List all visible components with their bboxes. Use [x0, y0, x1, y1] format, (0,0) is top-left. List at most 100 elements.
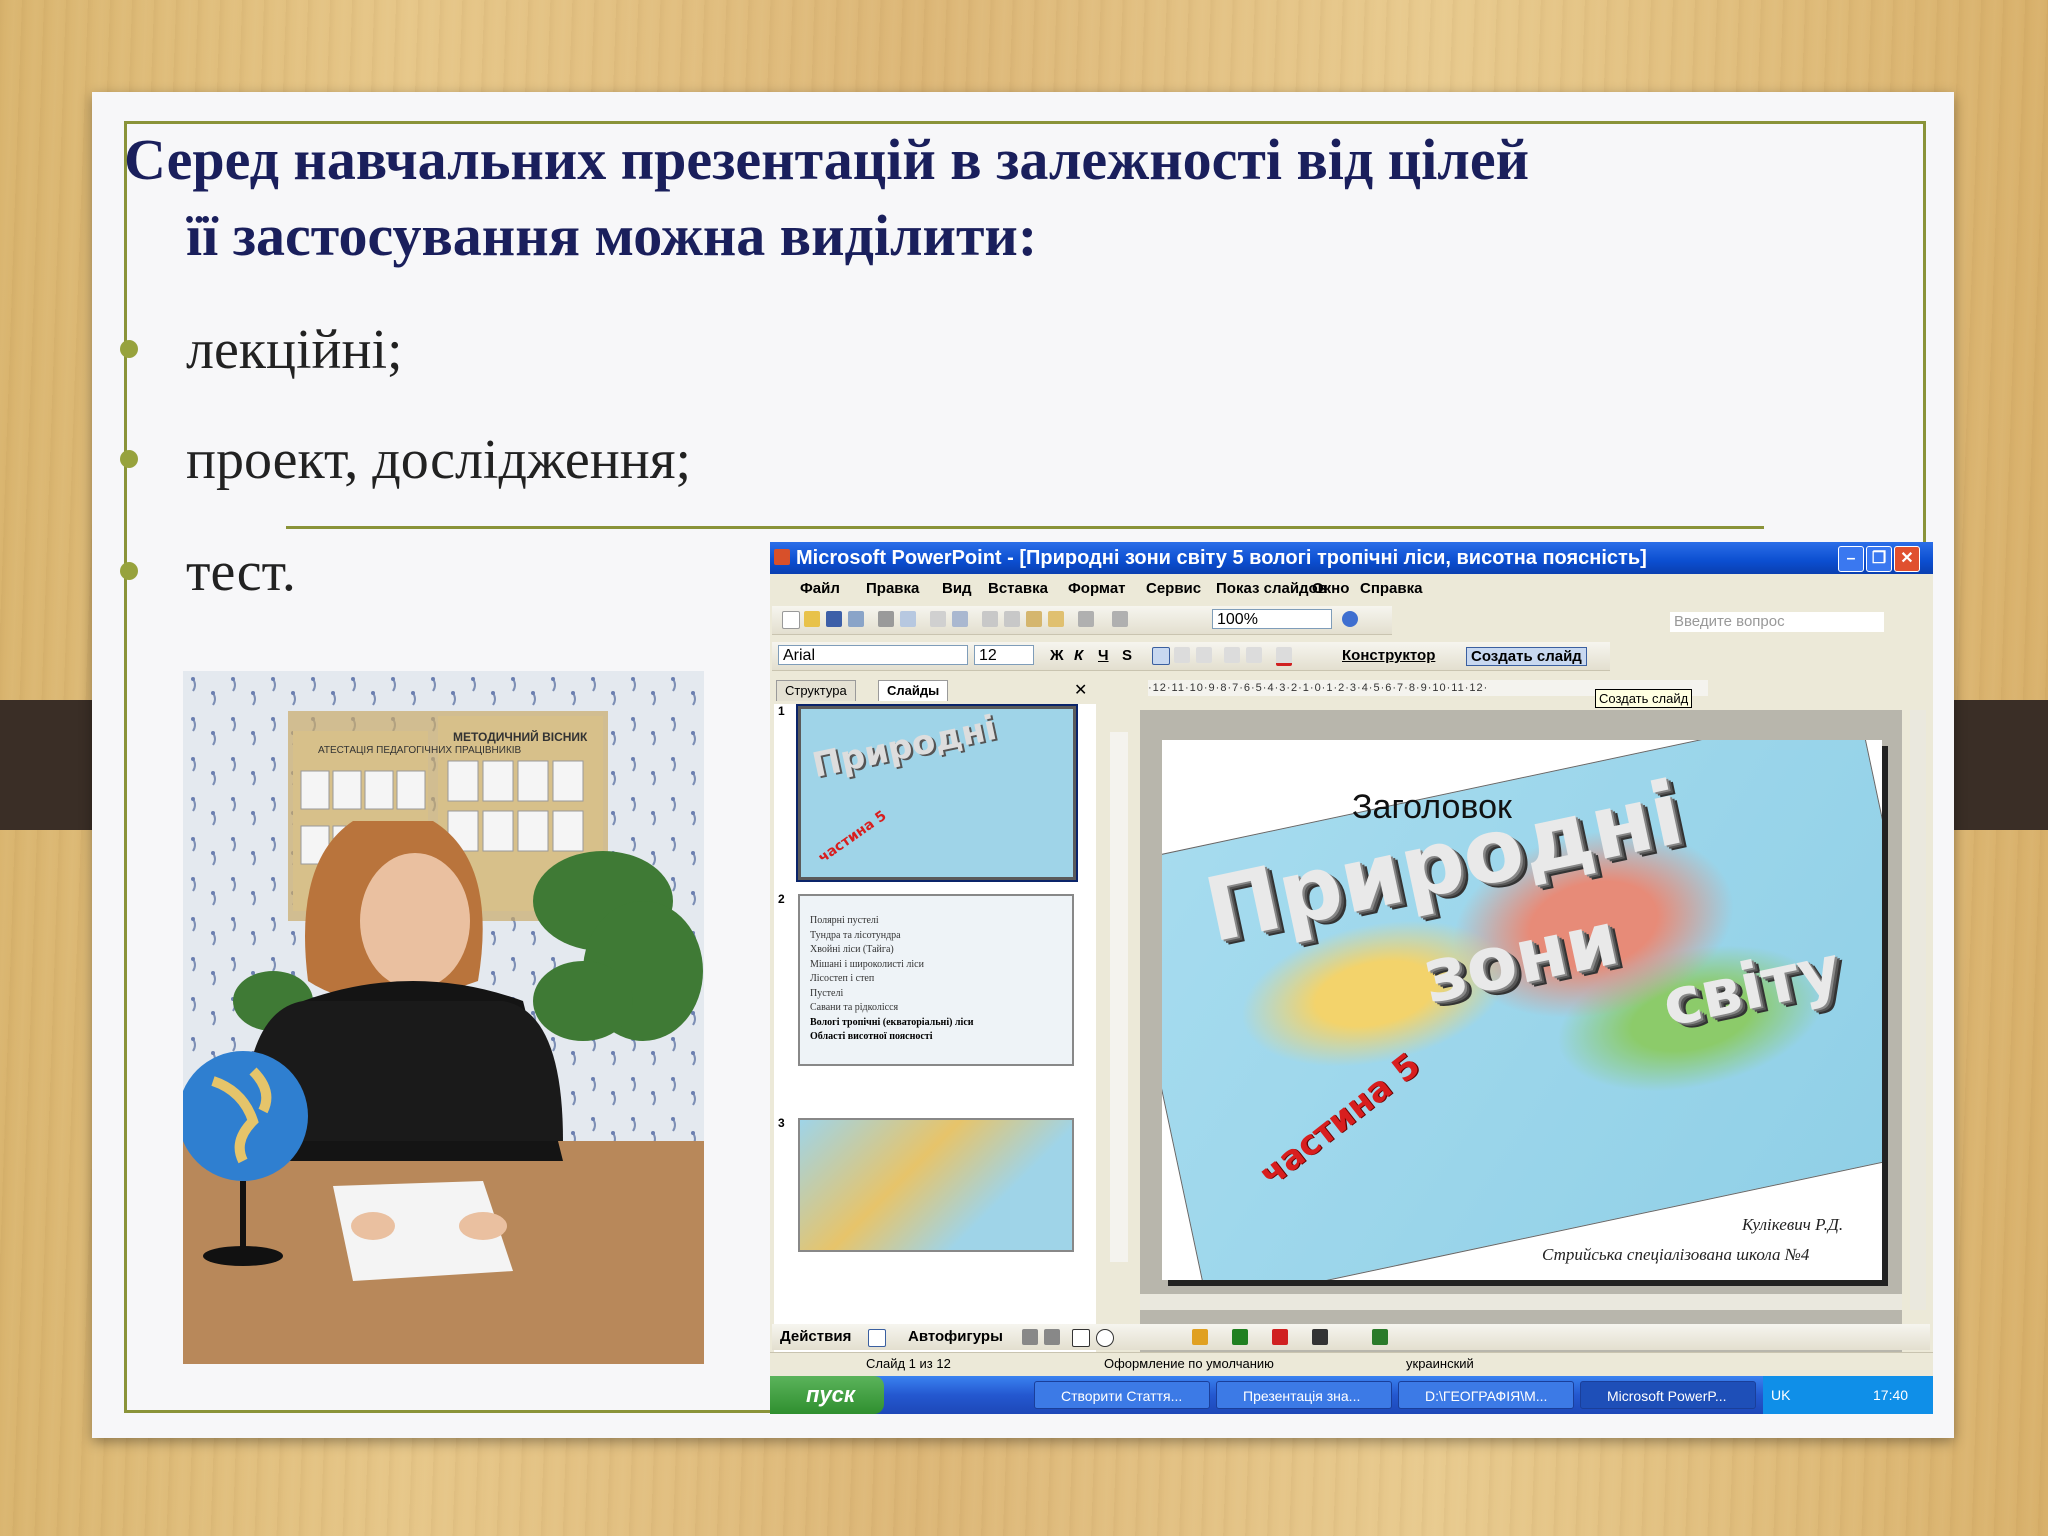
- taskbar-item[interactable]: Microsoft PowerP...: [1580, 1381, 1756, 1409]
- oval-icon[interactable]: [1096, 1329, 1114, 1347]
- window-titlebar: Microsoft PowerPoint - [Природні зони св…: [770, 542, 1933, 574]
- tray-clock: 17:40: [1873, 1387, 1909, 1403]
- status-slide-of: Слайд 1 из 12: [866, 1356, 951, 1371]
- menu-format[interactable]: Формат: [1068, 580, 1126, 597]
- close-icon[interactable]: ✕: [1894, 546, 1920, 572]
- designer-button[interactable]: Конструктор: [1342, 647, 1435, 664]
- numbering-icon[interactable]: [1224, 647, 1240, 663]
- copy-icon[interactable]: [1004, 611, 1020, 627]
- menu-file[interactable]: Файл: [800, 580, 840, 597]
- open-icon[interactable]: [804, 611, 820, 627]
- bullet-dot-icon: [120, 340, 138, 358]
- zone-item: Лісостеп і степ: [810, 973, 875, 984]
- line-icon[interactable]: [1022, 1329, 1038, 1345]
- menu-tools[interactable]: Сервис: [1146, 580, 1201, 597]
- new-icon[interactable]: [782, 611, 800, 629]
- taskbar: пуск Створити Стаття... Презентація зна.…: [770, 1376, 1933, 1414]
- status-bar: Слайд 1 из 12 Оформление по умолчанию ук…: [770, 1352, 1933, 1375]
- spelling-icon[interactable]: [930, 611, 946, 627]
- ask-question-input[interactable]: Введите вопрос: [1670, 612, 1884, 632]
- vertical-ruler: [1110, 732, 1128, 1262]
- standard-toolbar: 100%: [772, 606, 1392, 635]
- poster-label: МЕТОДИЧНИЙ ВІСНИК: [453, 729, 588, 744]
- bullet-text: проект, дослідження;: [186, 429, 692, 491]
- bold-button[interactable]: Ж: [1050, 647, 1064, 664]
- research-icon[interactable]: [952, 611, 968, 627]
- zone-item: Мішані і широколисті ліси: [810, 958, 924, 970]
- zone-item: Області висотної поясності: [810, 1031, 933, 1042]
- font-size-select[interactable]: 12: [974, 645, 1034, 665]
- new-slide-button[interactable]: Создать слайд: [1466, 647, 1587, 666]
- line-style-icon[interactable]: [1312, 1329, 1328, 1345]
- format-painter-icon[interactable]: [1048, 611, 1064, 627]
- autoshapes-menu[interactable]: Автофигуры: [908, 1328, 1003, 1345]
- menu-help[interactable]: Справка: [1360, 580, 1422, 597]
- cut-icon[interactable]: [982, 611, 998, 627]
- panel-close-icon[interactable]: ✕: [1074, 680, 1087, 700]
- vertical-scrollbar[interactable]: [1910, 710, 1926, 1310]
- redo-icon[interactable]: [1112, 611, 1128, 627]
- slide-thumbnail-3[interactable]: [798, 1118, 1074, 1252]
- system-tray: UK 17:40: [1763, 1376, 1933, 1414]
- zone-item: Тундра та лісотундра: [810, 929, 901, 941]
- maximize-icon[interactable]: ❐: [1866, 546, 1892, 572]
- tray-language[interactable]: UK: [1771, 1376, 1790, 1414]
- menu-insert[interactable]: Вставка: [988, 580, 1048, 597]
- permission-icon[interactable]: [848, 611, 864, 627]
- drawing-toolbar: Действия Автофигуры: [772, 1324, 1930, 1350]
- actions-menu[interactable]: Действия: [780, 1328, 851, 1345]
- powerpoint-icon: [774, 549, 790, 565]
- align-left-icon[interactable]: [1152, 647, 1170, 665]
- menu-slideshow[interactable]: Показ слайдов: [1216, 580, 1327, 597]
- current-slide[interactable]: Заголовок Природні зони світу частина 5 …: [1162, 740, 1882, 1280]
- 3d-style-icon[interactable]: [1372, 1329, 1388, 1345]
- bullet-text: тест.: [186, 541, 296, 603]
- horizontal-scrollbar[interactable]: [1140, 1294, 1902, 1310]
- formatting-toolbar: Arial 12 Ж К Ч S Конструктор Создать сла…: [772, 642, 1610, 671]
- slides-panel: 1 Природні частина 5 2 Полярні пустелі Т…: [774, 704, 1096, 1364]
- paste-icon[interactable]: [1026, 611, 1042, 627]
- bullet-text: лекційні;: [186, 319, 403, 381]
- taskbar-item[interactable]: D:\ГЕОГРАФІЯ\М...: [1398, 1381, 1574, 1409]
- align-center-icon[interactable]: [1174, 647, 1190, 663]
- menu-edit[interactable]: Правка: [866, 580, 919, 597]
- shadow-button[interactable]: S: [1122, 647, 1132, 664]
- fill-color-icon[interactable]: [1192, 1329, 1208, 1345]
- menu-view[interactable]: Вид: [942, 580, 972, 597]
- tab-slides[interactable]: Слайды: [878, 680, 949, 701]
- select-arrow-icon[interactable]: [868, 1329, 886, 1347]
- print-icon[interactable]: [878, 611, 894, 627]
- status-language: украинский: [1406, 1356, 1474, 1371]
- zone-item: Хвойні ліси (Тайга): [810, 944, 894, 955]
- font-color-icon[interactable]: [1276, 647, 1292, 666]
- zoom-select[interactable]: 100%: [1212, 609, 1332, 629]
- taskbar-item[interactable]: Створити Стаття...: [1034, 1381, 1210, 1409]
- font-color-icon[interactable]: [1272, 1329, 1288, 1345]
- font-name-select[interactable]: Arial: [778, 645, 968, 665]
- school-text: Стрийська спеціалізована школа №4: [1542, 1245, 1810, 1264]
- italic-button[interactable]: К: [1074, 647, 1083, 664]
- align-right-icon[interactable]: [1196, 647, 1212, 663]
- bullets-icon[interactable]: [1246, 647, 1262, 663]
- help-icon[interactable]: [1342, 611, 1358, 627]
- taskbar-item[interactable]: Презентація зна...: [1216, 1381, 1392, 1409]
- start-button[interactable]: пуск: [770, 1376, 884, 1414]
- menu-window[interactable]: Окно: [1312, 580, 1349, 597]
- save-icon[interactable]: [826, 611, 842, 627]
- print-preview-icon[interactable]: [900, 611, 916, 627]
- slide-thumbnail-2[interactable]: Полярні пустелі Тундра та лісотундра Хво…: [798, 894, 1074, 1066]
- title-line-1: Серед навчальних презентацій в залежност…: [124, 127, 1529, 192]
- zone-item: Савани та рідколісся: [810, 1002, 899, 1013]
- slide-title: Серед навчальних презентацій в залежност…: [124, 122, 1864, 274]
- slide-thumbnail-1[interactable]: Природні частина 5: [796, 704, 1078, 882]
- arrow-icon[interactable]: [1044, 1329, 1060, 1345]
- minimize-icon[interactable]: –: [1838, 546, 1864, 572]
- rectangle-icon[interactable]: [1072, 1329, 1090, 1347]
- thumb-part-label: частина 5: [815, 807, 890, 867]
- thumb-wordart: Природні: [808, 708, 1001, 786]
- underline-button[interactable]: Ч: [1098, 647, 1109, 664]
- tab-outline[interactable]: Структура: [776, 680, 856, 701]
- powerpoint-window: Microsoft PowerPoint - [Природні зони св…: [770, 542, 1933, 1414]
- undo-icon[interactable]: [1078, 611, 1094, 627]
- line-color-icon[interactable]: [1232, 1329, 1248, 1345]
